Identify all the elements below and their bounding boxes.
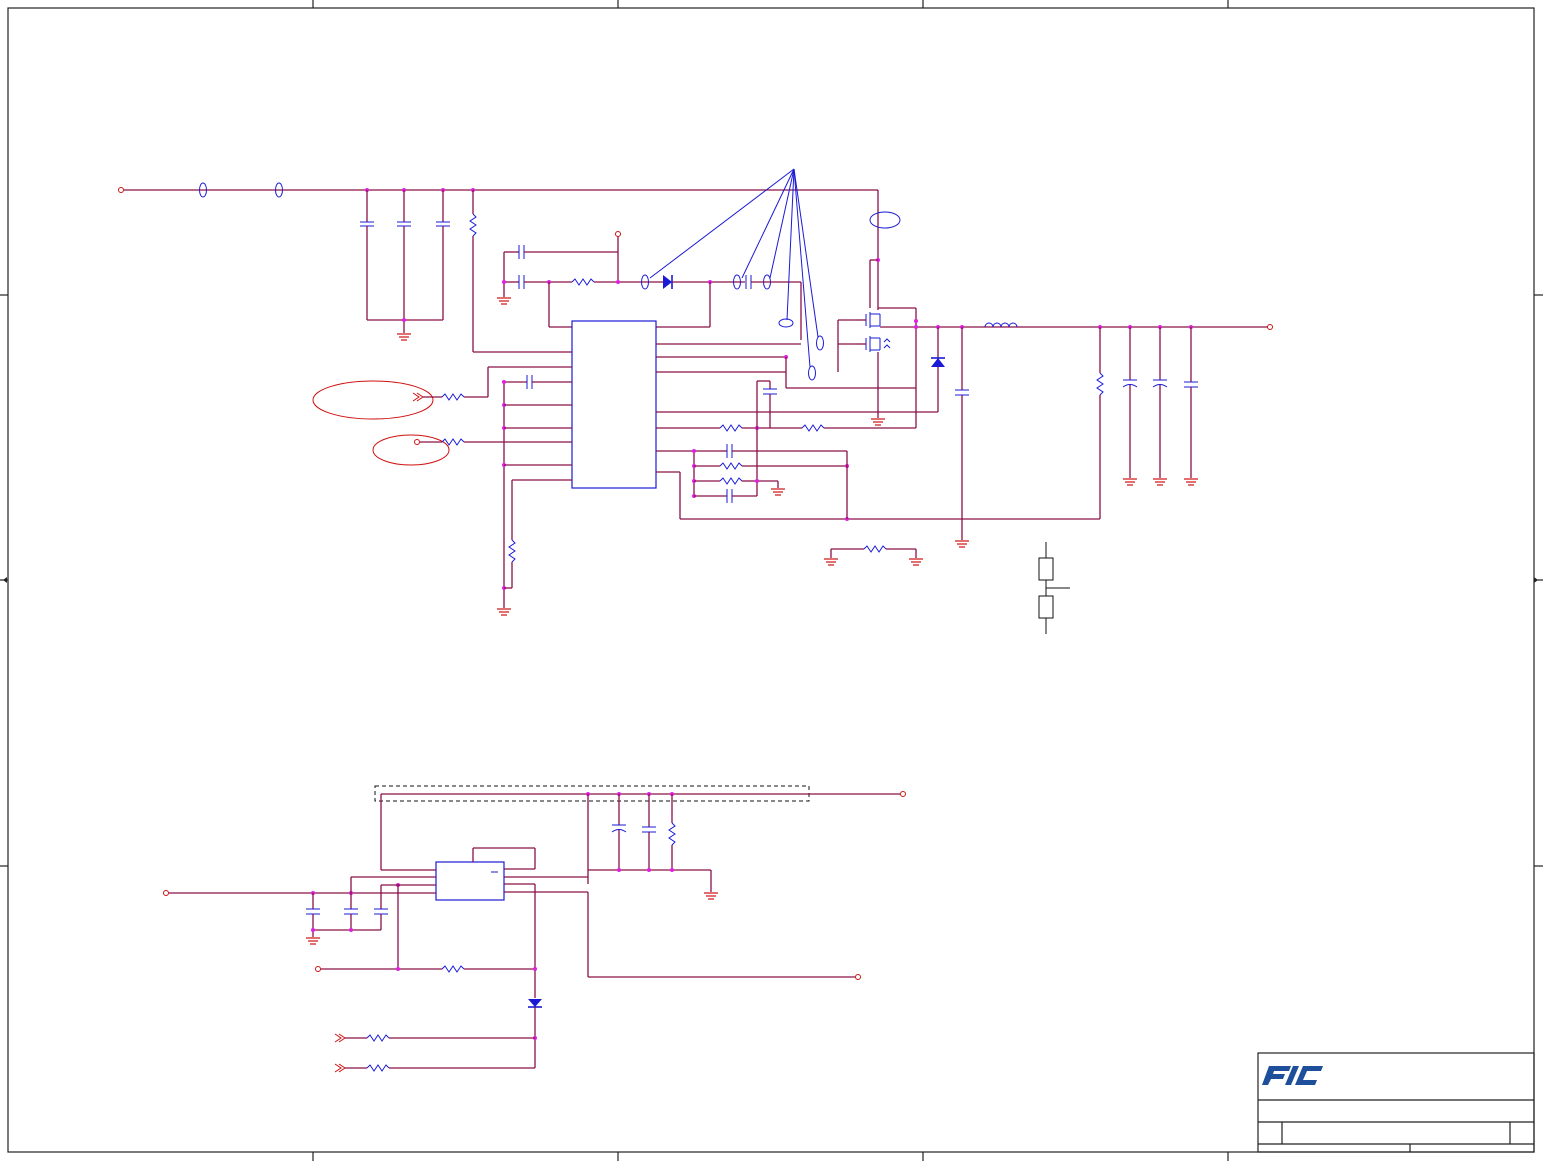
low-side-mosfet <box>856 336 891 352</box>
drawing-frame <box>0 0 1543 1161</box>
high-side-mosfet <box>856 312 881 328</box>
schematic-sheet <box>0 0 1543 1161</box>
input-rail <box>118 182 878 198</box>
input-sense-resistor <box>469 190 572 353</box>
ground-symbol <box>955 540 969 548</box>
ground-symbol <box>497 608 511 616</box>
ground-symbol <box>704 892 718 900</box>
ground-tie-resistor <box>824 545 923 566</box>
ground-symbol <box>871 418 885 426</box>
ldo-enable-network <box>315 885 542 1073</box>
power-mosfets <box>837 190 1268 428</box>
buck-converter-section <box>118 168 1273 634</box>
ground-symbol <box>1153 478 1167 486</box>
enable-diode <box>528 999 542 1008</box>
ground-symbol <box>306 937 320 945</box>
pwm-controller-ic <box>571 320 1100 521</box>
ldo-output-caps <box>587 794 718 900</box>
bootstrap-diode <box>663 275 673 289</box>
input-capacitor-bank <box>360 190 450 341</box>
ground-symbol <box>397 333 411 341</box>
highlight-ellipse-2 <box>372 434 450 466</box>
ground-symbol <box>824 558 838 566</box>
snubber-capacitor <box>955 327 969 548</box>
ground-symbol <box>497 297 511 305</box>
bootstrap-network <box>497 231 802 340</box>
ground-symbol <box>1184 478 1198 486</box>
ground-symbol <box>909 558 923 566</box>
fic-logo <box>1262 1066 1323 1085</box>
output-stage <box>984 322 1273 519</box>
annotation-leaders <box>649 168 819 368</box>
controller-left-inputs <box>312 366 572 616</box>
ldo-input <box>163 876 436 945</box>
ground-symbol <box>771 488 785 496</box>
freewheel-diode <box>931 327 945 412</box>
ground-symbol <box>1123 478 1137 486</box>
title-block <box>1257 1052 1535 1153</box>
compensation-network <box>692 380 849 519</box>
ldo-section <box>163 785 906 1073</box>
divider-symbol <box>1038 542 1070 634</box>
